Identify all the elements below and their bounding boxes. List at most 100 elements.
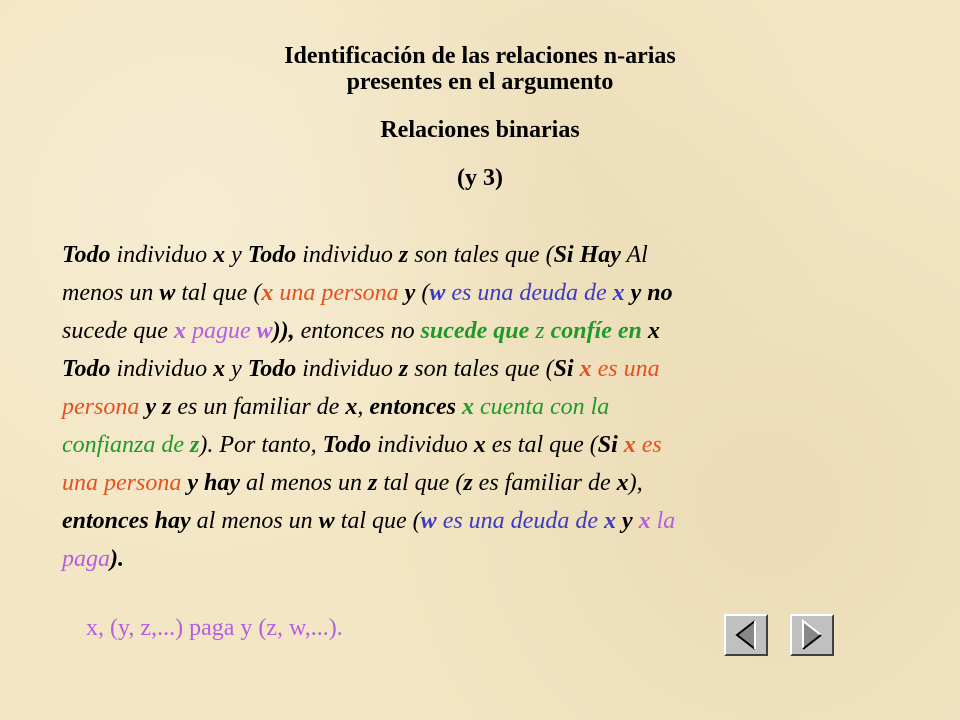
text-run: Todo xyxy=(62,356,111,382)
text-run: z xyxy=(535,318,545,344)
text-run: es un familiar de xyxy=(171,394,346,420)
text-run: z xyxy=(463,470,473,496)
paragraph-line-2: menos un w tal que (x una persona y (w e… xyxy=(62,274,892,312)
formula-text: x, (y, z,...) paga y (z, w,...). xyxy=(86,615,343,641)
text-run: una persona xyxy=(62,470,182,496)
text-run: Hay xyxy=(579,242,621,268)
text-run: paga xyxy=(62,546,110,572)
text-run: entonces hay xyxy=(62,508,191,534)
text-run: ). Por tanto, xyxy=(199,432,323,458)
text-run: z xyxy=(162,394,172,420)
text-run: w xyxy=(420,508,437,534)
slide-subtitle: Relaciones binarias xyxy=(380,117,580,143)
text-run: Todo xyxy=(62,242,111,268)
text-run: z xyxy=(189,432,200,458)
text-run: ), xyxy=(628,470,643,496)
slide-part-label: (y 3) xyxy=(457,165,503,191)
text-run: x xyxy=(462,394,475,420)
slide-title-line-1: Identificación de las relaciones n-arias xyxy=(284,43,676,69)
text-run: w xyxy=(318,508,335,534)
text-run: Si xyxy=(597,432,618,458)
text-run: una persona xyxy=(273,280,405,306)
text-run: pague xyxy=(185,318,257,344)
paragraph-line-7: una persona y hay al menos un z tal que … xyxy=(62,464,892,502)
argument-paragraph: Todo individuo x y Todo individuo z son … xyxy=(62,236,892,578)
text-run: Todo xyxy=(322,432,372,458)
text-run: entonces xyxy=(369,394,457,420)
text-run: no xyxy=(647,280,673,306)
next-slide-button[interactable] xyxy=(790,614,834,656)
text-run: individuo xyxy=(296,242,399,268)
paragraph-line-9: paga). xyxy=(62,540,892,578)
slide-title-line-2: presentes en el argumento xyxy=(346,69,614,95)
text-run: individuo xyxy=(110,242,214,268)
text-run: la xyxy=(650,508,676,534)
text-run: w xyxy=(256,318,273,344)
text-run: individuo xyxy=(296,356,399,382)
text-run: x xyxy=(623,432,636,458)
previous-slide-button[interactable] xyxy=(724,614,768,656)
text-run: y xyxy=(404,280,416,306)
text-run: y xyxy=(621,508,633,534)
text-run: y xyxy=(145,394,156,420)
text-run: z xyxy=(368,470,378,496)
text-run: confíe en xyxy=(544,318,648,344)
text-run: son tales que ( xyxy=(408,242,554,268)
text-run: x xyxy=(579,356,592,382)
text-run: es una deuda de xyxy=(445,280,613,306)
text-run: z xyxy=(398,242,409,268)
text-run: individuo xyxy=(371,432,474,458)
text-run: y xyxy=(225,356,248,382)
text-run: tal que ( xyxy=(334,508,421,534)
paragraph-line-6: confianza de z). Por tanto, Todo individ… xyxy=(62,426,892,464)
text-run: )), xyxy=(272,318,301,344)
paragraph-line-1: Todo individuo x y Todo individuo z son … xyxy=(62,236,892,274)
text-run: z xyxy=(398,356,409,382)
text-run: w xyxy=(429,280,446,306)
text-run: x xyxy=(213,356,226,382)
text-run: x xyxy=(638,508,651,534)
text-run: Si xyxy=(553,242,574,268)
text-run: ). xyxy=(110,546,124,572)
text-run: es xyxy=(635,432,662,458)
paragraph-line-4: Todo individuo x y Todo individuo z son … xyxy=(62,350,892,388)
triangle-right-icon xyxy=(802,618,822,650)
text-run: Todo xyxy=(247,242,297,268)
text-run: sucede que xyxy=(62,318,174,344)
text-run: menos un xyxy=(62,280,160,306)
text-run: tal que ( xyxy=(377,470,464,496)
text-run: persona xyxy=(62,394,140,420)
text-run: al menos un xyxy=(240,470,368,496)
text-run: es una xyxy=(591,356,660,382)
text-run: y xyxy=(630,280,642,306)
text-run: son tales que ( xyxy=(408,356,554,382)
text-run: cuenta con la xyxy=(474,394,610,420)
text-run: Al xyxy=(620,242,648,268)
text-run: es una deuda de xyxy=(436,508,604,534)
paragraph-line-5: persona y z es un familiar de x, entonce… xyxy=(62,388,892,426)
text-run: x xyxy=(647,318,660,344)
triangle-left-icon xyxy=(735,620,756,650)
text-run: x xyxy=(612,280,625,306)
text-run: x xyxy=(213,242,226,268)
text-run: x xyxy=(345,394,358,420)
text-run: w xyxy=(159,280,176,306)
text-run: es tal que ( xyxy=(485,432,598,458)
text-run: y xyxy=(225,242,248,268)
text-run: tal que ( xyxy=(175,280,262,306)
text-run: confianza de xyxy=(62,432,190,458)
text-run: x xyxy=(603,508,616,534)
paragraph-line-3: sucede que x pague w)), entonces no suce… xyxy=(62,312,892,350)
text-run: Todo xyxy=(247,356,297,382)
text-run: x xyxy=(616,470,629,496)
text-run: x xyxy=(473,432,486,458)
text-run: es familiar de xyxy=(472,470,617,496)
text-run: x xyxy=(173,318,186,344)
text-run: individuo xyxy=(110,356,214,382)
text-run: , xyxy=(357,394,370,420)
text-run: al menos un xyxy=(190,508,319,534)
text-run: Si xyxy=(553,356,574,382)
text-run: ( xyxy=(415,280,430,306)
paragraph-line-8: entonces hay al menos un w tal que (w es… xyxy=(62,502,892,540)
text-run: x xyxy=(261,280,274,306)
